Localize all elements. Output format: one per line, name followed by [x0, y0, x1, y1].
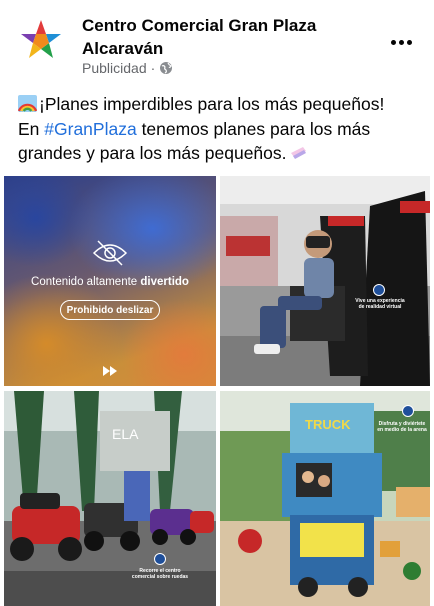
- no-swipe-button[interactable]: Prohibido deslizar: [60, 300, 160, 320]
- sand-caption: Disfruta y diviértete en medio de la are…: [377, 421, 427, 433]
- cars-caption: Recorre el centro comercial sobre ruedas: [131, 568, 189, 580]
- store-sign: ELA: [112, 426, 139, 442]
- content-warning-text: Contenido altamente divertido: [4, 276, 216, 288]
- hashtag-link[interactable]: #GranPlaza: [44, 119, 136, 139]
- brand-badge-icon: [402, 405, 414, 417]
- more-options-icon: [390, 39, 396, 45]
- truck-sign: TRUCK: [305, 417, 351, 432]
- vr-caption: Vive una experiencia de realidad virtual: [355, 298, 405, 310]
- separator: ·: [150, 60, 156, 76]
- more-options-dot: [406, 39, 412, 45]
- media-tile-blurred[interactable]: Contenido altamente divertido Prohibido …: [4, 176, 216, 386]
- media-tile-vr[interactable]: Vive una experiencia de realidad virtual: [220, 176, 430, 386]
- star-logo-icon: [21, 20, 61, 58]
- warning-text: Contenido altamente: [31, 276, 141, 288]
- rainbow-emoji-icon: [18, 95, 37, 112]
- globe-icon: [160, 62, 173, 74]
- media-tile-cars[interactable]: ELA Recorre el centro comercial sobre ru…: [4, 391, 216, 606]
- brand-badge-icon: [373, 284, 385, 296]
- media-tile-sand[interactable]: TRUCK Disfruta y diviértete en medio de …: [220, 391, 430, 606]
- eye-off-icon: [92, 240, 128, 266]
- more-options-dot: [398, 39, 404, 45]
- brand-badge-icon: [154, 553, 166, 565]
- ticket-emoji-icon: [290, 147, 306, 159]
- page-avatar[interactable]: [18, 16, 64, 62]
- post-line-2-prefix: En: [18, 118, 45, 139]
- post-line-1: ¡Planes imperdibles para los más pequeño…: [39, 94, 385, 114]
- media-grid: Contenido altamente divertido Prohibido …: [4, 176, 430, 606]
- post-message: ¡Planes imperdibles para los más pequeño…: [18, 92, 422, 166]
- vr-photo: [220, 176, 430, 386]
- sponsored-label[interactable]: Publicidad: [82, 60, 147, 76]
- sponsored-line: Publicidad ·: [82, 60, 173, 76]
- page-name[interactable]: Centro Comercial Gran Plaza Alcaraván: [82, 14, 382, 60]
- fast-forward-icon: [103, 366, 117, 376]
- post-header: Centro Comercial Gran Plaza Alcaraván Pu…: [0, 0, 434, 92]
- more-options-button[interactable]: [384, 30, 418, 54]
- warning-bold: divertido: [140, 276, 189, 288]
